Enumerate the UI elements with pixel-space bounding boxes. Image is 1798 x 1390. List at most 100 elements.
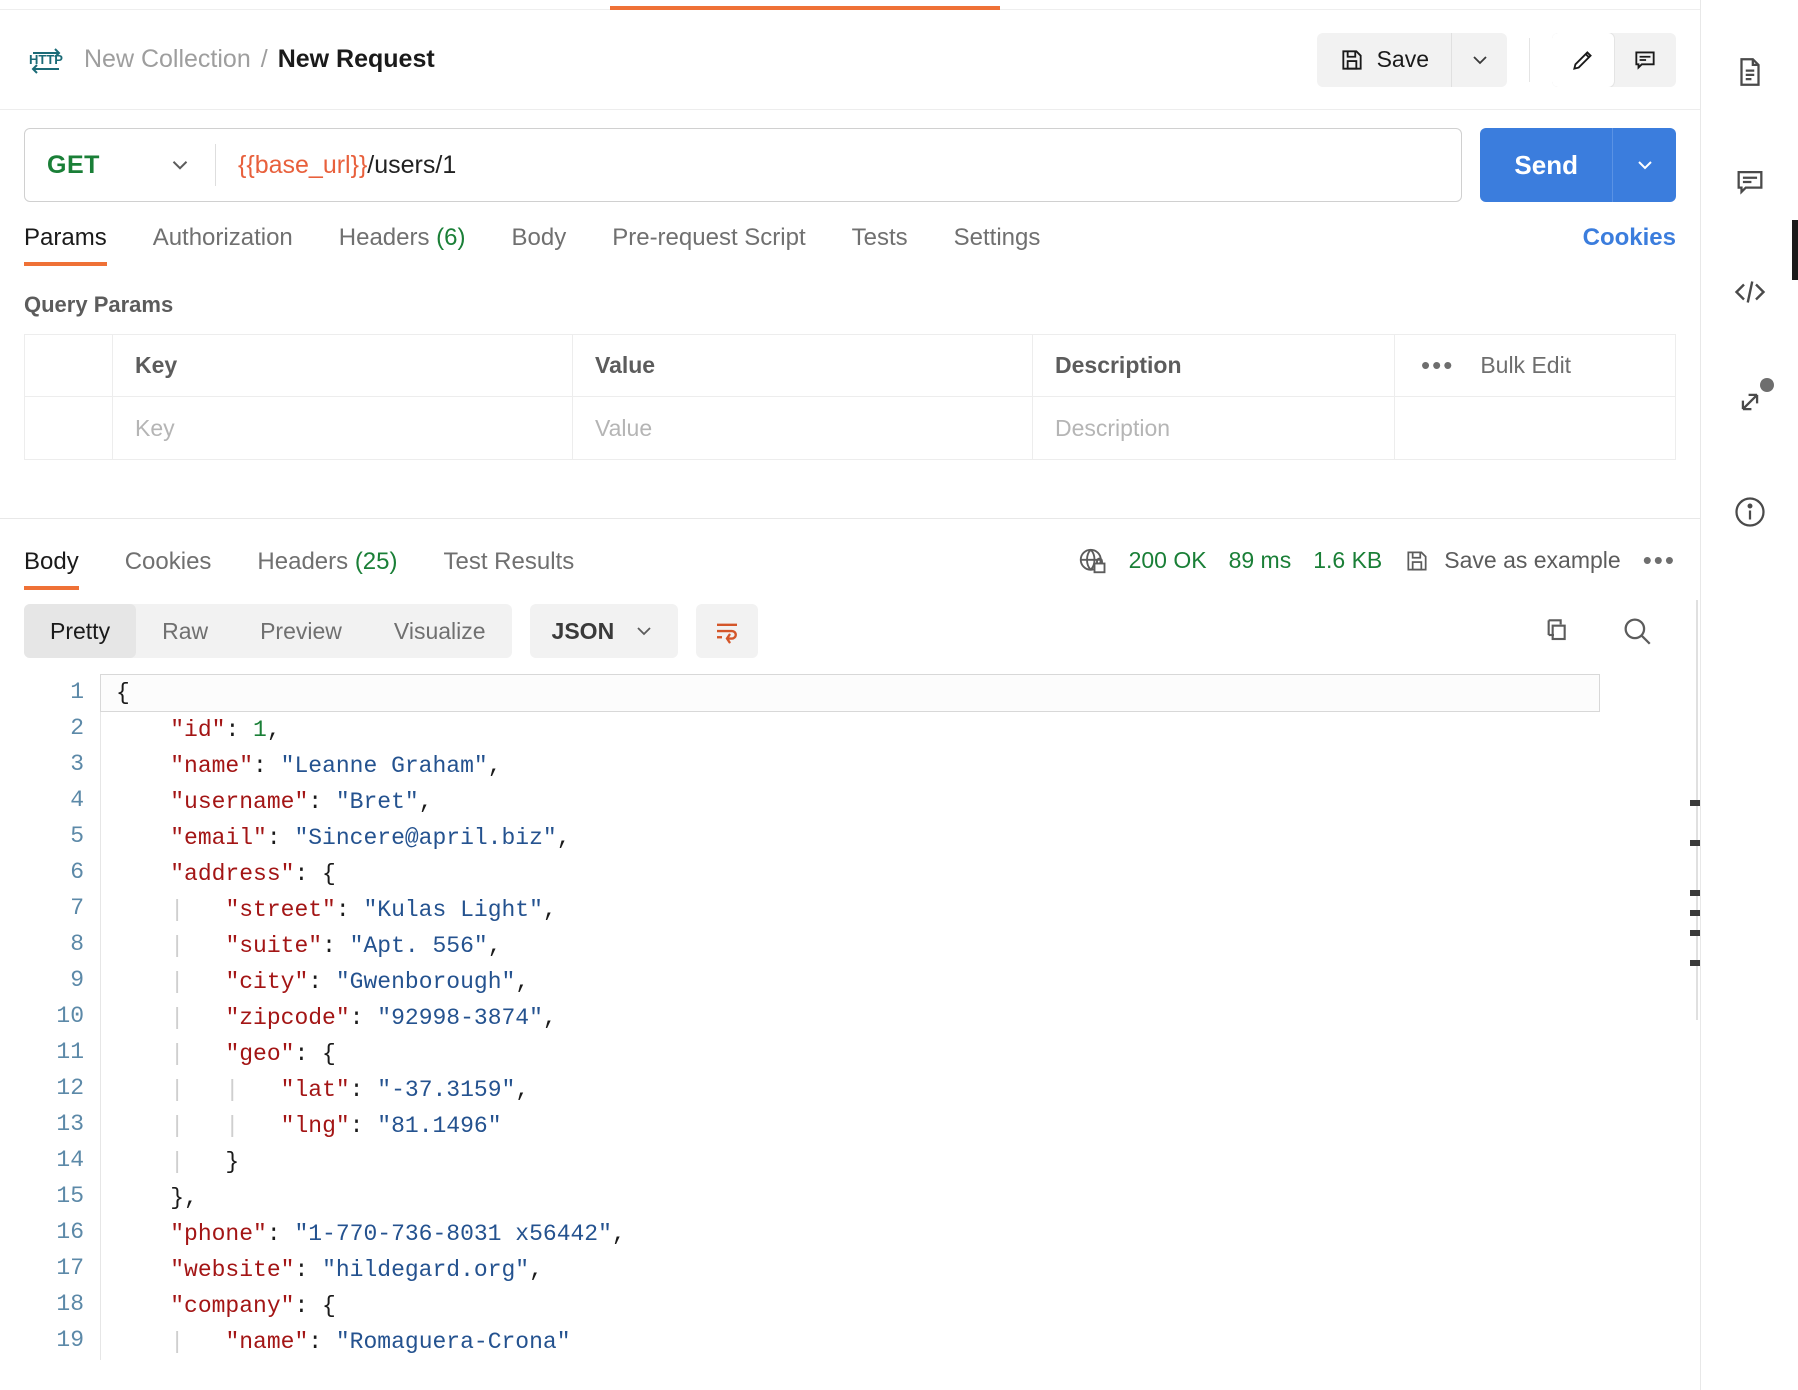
code-line[interactable]: "address": {	[101, 856, 1600, 892]
view-mode-pretty[interactable]: Pretty	[24, 604, 137, 658]
line-number: 3	[70, 751, 84, 777]
code-token: |	[115, 897, 185, 923]
description-input[interactable]: Description	[1033, 397, 1395, 459]
minimap-mark	[1690, 910, 1700, 916]
view-mode-raw[interactable]: Raw	[136, 604, 234, 658]
send-button[interactable]: Send	[1480, 128, 1612, 202]
code-token: "website"	[170, 1257, 295, 1283]
code-token: | |	[115, 1113, 240, 1139]
view-mode-visualize[interactable]: Visualize	[368, 604, 512, 658]
ellipsis-icon[interactable]: •••	[1421, 350, 1454, 381]
breadcrumb: New Collection / New Request	[84, 45, 435, 74]
save-button[interactable]: Save	[1317, 33, 1451, 87]
code-line[interactable]: },	[101, 1180, 1600, 1216]
code-token: "Apt. 556"	[349, 933, 488, 959]
globe-lock-icon[interactable]	[1077, 546, 1107, 576]
code-token: "hildegard.org"	[322, 1257, 530, 1283]
code-token: "company"	[170, 1293, 295, 1319]
code-line[interactable]: "website": "hildegard.org",	[101, 1252, 1600, 1288]
column-value: Value	[573, 335, 1033, 396]
tab-headers[interactable]: Headers (6)	[339, 224, 466, 266]
code-line[interactable]: | "name": "Romaguera-Crona"	[101, 1324, 1600, 1360]
page-scrollbar[interactable]	[1792, 0, 1798, 1390]
cookies-link[interactable]: Cookies	[1583, 224, 1676, 266]
response-tab-body-label: Body	[24, 548, 79, 575]
save-as-example-label: Save as example	[1444, 547, 1621, 573]
code-line[interactable]: | "street": "Kulas Light",	[101, 892, 1600, 928]
code-line[interactable]: "name": "Leanne Graham",	[101, 748, 1600, 784]
code-line[interactable]: | | "lng": "81.1496"	[101, 1108, 1600, 1144]
tab-params[interactable]: Params	[24, 224, 107, 266]
code-token: "92998-3874"	[377, 1005, 543, 1031]
comment-icon	[1733, 165, 1767, 199]
send-dropdown-button[interactable]	[1612, 128, 1676, 202]
code-token: : {	[294, 1041, 336, 1067]
url-input[interactable]: {{base_url}}/users/1	[216, 151, 1461, 180]
request-header: HTTP New Collection / New Request Save	[0, 10, 1700, 110]
line-number: 10	[56, 1003, 84, 1029]
code-line[interactable]: | "suite": "Apt. 556",	[101, 928, 1600, 964]
breadcrumb-request[interactable]: New Request	[278, 45, 435, 74]
format-selector[interactable]: JSON	[529, 604, 679, 658]
response-tab-body[interactable]: Body	[24, 548, 79, 590]
code-line[interactable]: "email": "Sincere@april.biz",	[101, 820, 1600, 856]
code-line[interactable]: | | "lat": "-37.3159",	[101, 1072, 1600, 1108]
response-tab-headers[interactable]: Headers (25)	[257, 548, 397, 590]
tab-body[interactable]: Body	[512, 224, 567, 266]
search-icon[interactable]	[1620, 614, 1654, 648]
row-checkbox-cell[interactable]	[25, 397, 113, 459]
code-line[interactable]: "company": {	[101, 1288, 1600, 1324]
response-tab-cookies[interactable]: Cookies	[125, 548, 212, 590]
code-line[interactable]: "username": "Bret",	[101, 784, 1600, 820]
code-line[interactable]: {	[100, 674, 1600, 712]
tab-authorization[interactable]: Authorization	[153, 224, 293, 266]
sidebar-item-sync[interactable]	[1722, 374, 1778, 430]
header-divider	[1529, 37, 1530, 82]
copy-icon[interactable]	[1538, 615, 1570, 647]
code-line[interactable]: | "geo": {	[101, 1036, 1600, 1072]
tab-settings[interactable]: Settings	[954, 224, 1041, 266]
response-time: 89 ms	[1228, 547, 1292, 573]
response-tab-test-results[interactable]: Test Results	[444, 548, 575, 590]
tab-pre-request-script[interactable]: Pre-request Script	[612, 224, 805, 266]
code-line[interactable]: "id": 1,	[101, 712, 1600, 748]
code-area[interactable]: { "id": 1, "name": "Leanne Graham", "use…	[100, 674, 1600, 1360]
chevron-down-icon	[632, 619, 656, 643]
code-token: "id"	[170, 717, 226, 743]
response-more-icon[interactable]: •••	[1643, 545, 1676, 576]
sidebar-item-info[interactable]	[1722, 484, 1778, 540]
code-line[interactable]: | }	[101, 1144, 1600, 1180]
code-token: |	[115, 1005, 185, 1031]
tab-tests[interactable]: Tests	[852, 224, 908, 266]
bulk-edit-button[interactable]: Bulk Edit	[1480, 352, 1571, 379]
edit-button[interactable]	[1552, 32, 1614, 87]
wrap-lines-button[interactable]	[696, 604, 759, 658]
line-number: 18	[56, 1291, 84, 1317]
sidebar-item-documentation[interactable]	[1722, 44, 1778, 100]
sidebar-item-code[interactable]	[1722, 264, 1778, 320]
code-line[interactable]: | "city": "Gwenborough",	[101, 964, 1600, 1000]
code-line[interactable]: "phone": "1-770-736-8031 x56442",	[101, 1216, 1600, 1252]
code-token: |	[115, 933, 185, 959]
view-mode-preview[interactable]: Preview	[234, 604, 368, 658]
select-all-cell	[25, 335, 113, 396]
breadcrumb-collection[interactable]: New Collection	[84, 45, 251, 74]
key-input[interactable]: Key	[113, 397, 573, 459]
code-line[interactable]: | "zipcode": "92998-3874",	[101, 1000, 1600, 1036]
method-selector[interactable]: GET	[25, 151, 215, 180]
code-minimap[interactable]	[1690, 600, 1700, 1020]
save-dropdown-button[interactable]	[1451, 32, 1507, 87]
info-icon	[1732, 494, 1768, 530]
save-as-example-button[interactable]: Save as example	[1404, 547, 1621, 574]
comment-button[interactable]	[1614, 33, 1676, 87]
code-token: },	[115, 1185, 198, 1211]
code-token: ,	[556, 825, 571, 851]
sidebar-item-comments[interactable]	[1722, 154, 1778, 210]
scrollbar-thumb[interactable]	[1792, 220, 1798, 280]
tab-authorization-label: Authorization	[152, 224, 293, 251]
value-input[interactable]: Value	[573, 397, 1033, 459]
code-token: "phone"	[170, 1221, 267, 1247]
